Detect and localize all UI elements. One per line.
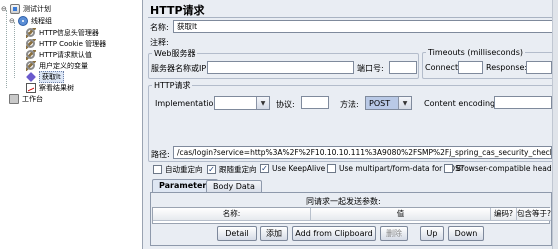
- parameters-caption: 同请求一起发送参数:: [306, 197, 381, 206]
- checkbox-label: 自动重定向: [165, 165, 203, 174]
- web-server-legend: Web服务器: [154, 49, 196, 58]
- tree-connector: [14, 22, 15, 78]
- divider: [148, 17, 554, 18]
- checkbox-label: Browser-compatible headers: [456, 164, 558, 173]
- http-request-panel: HTTP请求 名称: 获取lt 注释: Web服务器 服务器名称或IP: 端口号…: [146, 0, 558, 249]
- http-request-legend: HTTP请求: [154, 81, 191, 90]
- response-timeout-field[interactable]: [526, 61, 552, 74]
- protocol-label: 协议:: [276, 100, 295, 109]
- name-field[interactable]: 获取lt: [173, 20, 553, 33]
- checkbox-label: 跟随重定向: [219, 165, 257, 174]
- implementation-value: [215, 97, 256, 109]
- wrench-icon: [26, 28, 36, 38]
- tree-item-thread-group[interactable]: ⊖ 线程组: [9, 15, 52, 27]
- detail-button[interactable]: Detail: [217, 226, 257, 241]
- tree-item-workbench[interactable]: 工作台: [9, 93, 43, 105]
- auto-redirect-checkbox[interactable]: 自动重定向: [153, 164, 203, 175]
- page-title: HTTP请求: [150, 4, 205, 17]
- tree-connector: [6, 10, 7, 88]
- tree-item-label: 工作台: [22, 95, 43, 103]
- test-plan-icon: [10, 4, 20, 14]
- test-plan-tree[interactable]: ⊖ 测试计划 ⊖ 线程组 HTTP信息头管理器 HTTP Cookie 管理器 …: [0, 0, 143, 249]
- response-label: Response:: [486, 63, 528, 72]
- keepalive-checkbox[interactable]: ✓ Use KeepAlive: [260, 164, 325, 173]
- tree-item-test-plan[interactable]: ⊖ 测试计划: [1, 3, 51, 15]
- wrench-icon: [26, 61, 36, 71]
- down-button[interactable]: Down: [448, 226, 484, 241]
- collapse-toggle-icon[interactable]: ⊖: [9, 17, 16, 25]
- method-select[interactable]: POST ▼: [365, 96, 412, 110]
- delete-button[interactable]: 删除: [380, 226, 408, 241]
- collapse-toggle-icon[interactable]: ⊖: [1, 5, 8, 13]
- column-header-name[interactable]: 名称:: [153, 208, 311, 221]
- column-header-value[interactable]: 值: [311, 208, 491, 221]
- tree-item-label: HTTP请求默认值: [39, 51, 92, 59]
- timeouts-legend: Timeouts (milliseconds): [428, 48, 524, 57]
- workbench-icon: [9, 94, 19, 104]
- implementation-select[interactable]: ▼: [214, 96, 270, 110]
- parameters-table[interactable]: 名称: 值 编码? 包含等于?: [152, 207, 551, 224]
- tree-item-label: 线程组: [31, 17, 52, 25]
- add-button[interactable]: 添加: [260, 226, 288, 241]
- port-label: 端口号:: [357, 64, 384, 73]
- path-label: 路径:: [151, 150, 170, 159]
- sampler-icon: [26, 72, 36, 82]
- chevron-down-icon[interactable]: ▼: [398, 97, 411, 109]
- protocol-field[interactable]: [301, 96, 329, 109]
- tree-item-label: 用户定义的变量: [39, 62, 88, 70]
- implementation-label: Implementation:: [155, 99, 222, 108]
- follow-redirects-checkbox[interactable]: ✓ 跟随重定向: [207, 164, 257, 175]
- connect-timeout-field[interactable]: [458, 61, 483, 74]
- up-button[interactable]: Up: [420, 226, 444, 241]
- chevron-down-icon[interactable]: ▼: [256, 97, 269, 109]
- checkbox-box[interactable]: [327, 164, 336, 173]
- checkbox-label: Use KeepAlive: [272, 164, 326, 173]
- connect-label: Connect:: [425, 63, 461, 72]
- server-label: 服务器名称或IP:: [151, 64, 209, 73]
- wrench-icon: [26, 50, 36, 60]
- thread-group-icon: [18, 16, 28, 26]
- tree-item-label: 察看结果树: [39, 84, 74, 92]
- method-value: POST: [366, 97, 398, 109]
- tree-item-label: HTTP信息头管理器: [39, 29, 99, 37]
- tree-item-label: HTTP Cookie 管理器: [39, 40, 107, 48]
- name-label: 名称:: [150, 23, 169, 32]
- listener-icon: [26, 83, 36, 93]
- path-field[interactable]: /cas/login?service=http%3A%2F%2F10.10.10…: [173, 146, 552, 159]
- column-header-include-equals[interactable]: 包含等于?: [517, 208, 551, 221]
- method-label: 方法:: [340, 100, 359, 109]
- content-encoding-field[interactable]: [494, 96, 552, 109]
- add-from-clipboard-button[interactable]: Add from Clipboard: [292, 226, 376, 241]
- checkbox-box[interactable]: ✓: [260, 164, 269, 173]
- checkbox-box[interactable]: [444, 164, 453, 173]
- port-field[interactable]: [389, 61, 417, 74]
- comment-label: 注释:: [150, 38, 169, 47]
- column-header-encode[interactable]: 编码?: [491, 208, 517, 221]
- vertical-scrollbar[interactable]: [552, 0, 558, 249]
- wrench-icon: [26, 39, 36, 49]
- server-name-field[interactable]: [207, 61, 354, 74]
- tree-item-label: 测试计划: [23, 5, 51, 13]
- browser-headers-checkbox[interactable]: Browser-compatible headers: [444, 164, 558, 173]
- content-encoding-label: Content encoding:: [424, 99, 498, 108]
- checkbox-box[interactable]: ✓: [207, 165, 216, 174]
- checkbox-box[interactable]: [153, 165, 162, 174]
